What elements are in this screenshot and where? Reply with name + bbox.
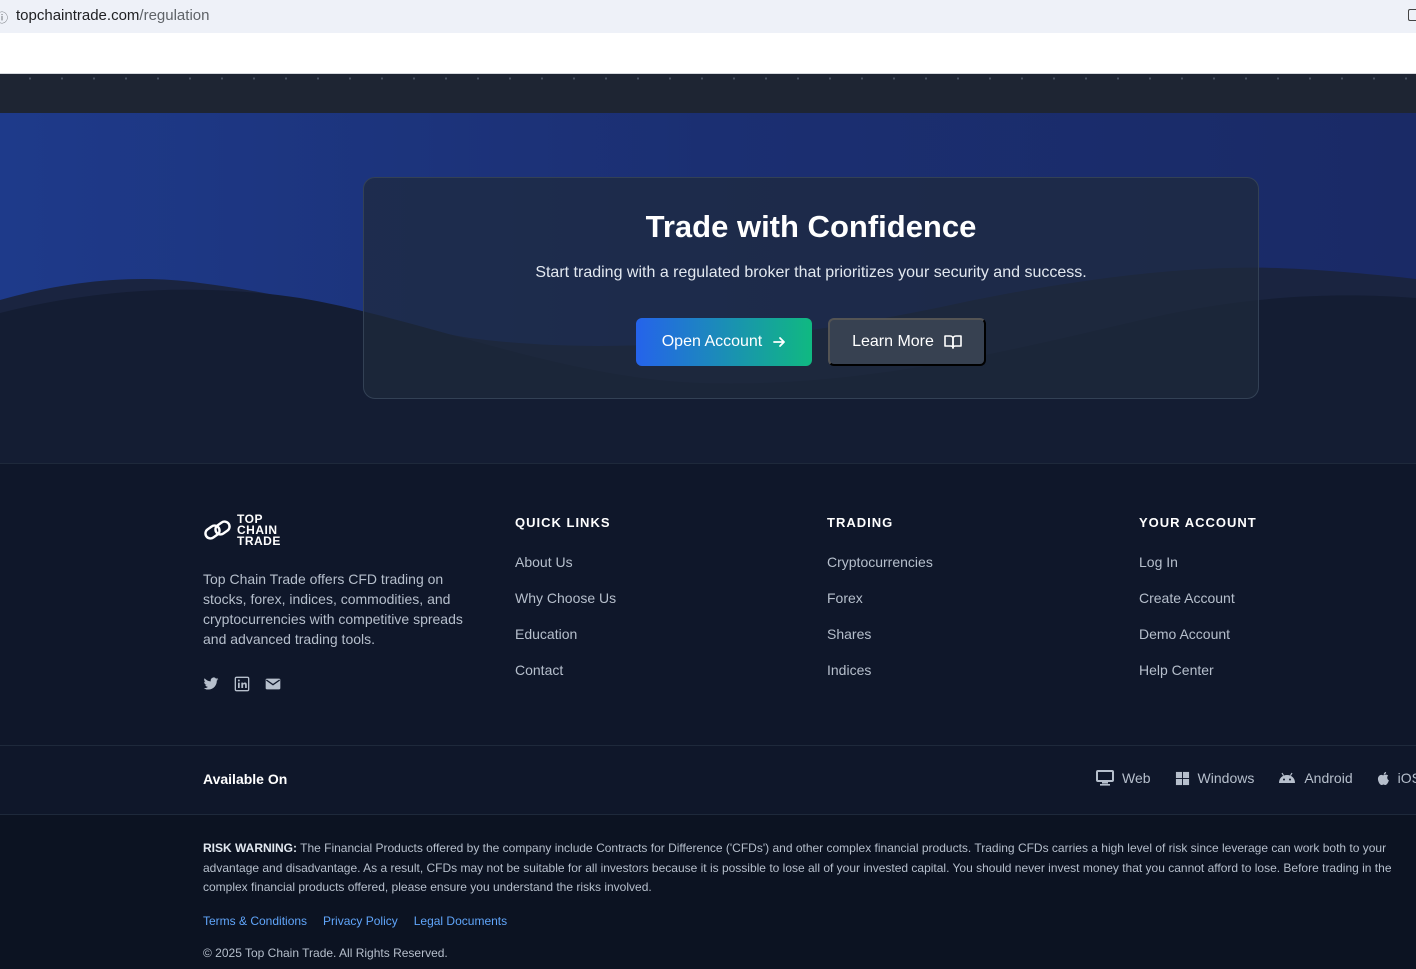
site-footer: TOP CHAIN TRADE Top Chain Trade offers C… [0, 463, 1416, 969]
platform-android-label: Android [1304, 770, 1353, 786]
link-cryptocurrencies[interactable]: Cryptocurrencies [827, 552, 933, 588]
url-path: /regulation [139, 7, 210, 24]
url-text[interactable]: topchaintrade.com/regulation [16, 7, 209, 24]
available-on-label: Available On [203, 771, 288, 787]
book-open-icon [944, 335, 962, 349]
learn-more-label: Learn More [852, 333, 934, 350]
platform-web-label: Web [1122, 770, 1151, 786]
risk-warning-text: The Financial Products offered by the co… [203, 841, 1392, 894]
link-terms-conditions[interactable]: Terms & Conditions [203, 914, 307, 928]
platform-android[interactable]: Android [1278, 770, 1353, 786]
link-about-us[interactable]: About Us [515, 552, 616, 588]
legal-section: RISK WARNING: The Financial Products off… [0, 815, 1416, 969]
footer-brand-logo[interactable]: TOP CHAIN TRADE [203, 513, 281, 548]
platform-windows[interactable]: Windows [1175, 770, 1255, 786]
open-account-label: Open Account [661, 333, 763, 350]
link-shares[interactable]: Shares [827, 624, 933, 660]
arrow-right-icon [773, 337, 786, 347]
link-log-in[interactable]: Log In [1139, 552, 1257, 588]
email-icon[interactable] [265, 676, 281, 692]
browser-address-bar[interactable]: ⓘ topchaintrade.com/regulation [0, 0, 1416, 33]
logo-text: TOP CHAIN TRADE [237, 513, 281, 548]
cta-subtitle: Start trading with a regulated broker th… [535, 264, 1087, 281]
open-account-button[interactable]: Open Account [636, 318, 812, 366]
windows-icon [1175, 771, 1189, 785]
brand-description: Top Chain Trade offers CFD trading on st… [203, 571, 463, 647]
platform-ios[interactable]: iOS [1377, 770, 1416, 786]
footer-trading-links: TRADING Cryptocurrencies Forex Shares In… [827, 515, 933, 696]
social-links [203, 676, 281, 692]
link-contact[interactable]: Contact [515, 660, 616, 696]
linkedin-icon[interactable] [234, 676, 250, 692]
cta-card: Trade with Confidence Start trading with… [363, 177, 1259, 399]
chain-link-icon [204, 519, 231, 540]
platform-ios-label: iOS [1397, 770, 1416, 786]
site-info-icon[interactable]: ⓘ [0, 9, 8, 25]
footer-quick-links: QUICK LINKS About Us Why Choose Us Educa… [515, 515, 616, 696]
footer-account-links: YOUR ACCOUNT Log In Create Account Demo … [1139, 515, 1257, 696]
apple-icon [1377, 771, 1389, 785]
link-why-choose-us[interactable]: Why Choose Us [515, 588, 616, 624]
link-legal-documents[interactable]: Legal Documents [414, 914, 507, 928]
quick-links-heading: QUICK LINKS [515, 515, 611, 530]
twitter-icon[interactable] [203, 676, 219, 692]
footer-divider [0, 745, 1416, 746]
site-header-bar [0, 33, 1416, 74]
platform-list: Web Windows Android iOS [1096, 770, 1416, 786]
link-education[interactable]: Education [515, 624, 616, 660]
dotted-band [0, 74, 1416, 113]
learn-more-button[interactable]: Learn More [828, 318, 986, 366]
risk-warning-label: RISK WARNING: [203, 841, 297, 855]
platform-windows-label: Windows [1197, 770, 1255, 786]
link-forex[interactable]: Forex [827, 588, 933, 624]
logo-line-trade: TRADE [237, 534, 281, 548]
android-icon [1279, 772, 1296, 783]
monitor-icon [1096, 770, 1114, 786]
link-create-account[interactable]: Create Account [1139, 588, 1257, 624]
your-account-heading: YOUR ACCOUNT [1139, 515, 1257, 530]
copyright-text: © 2025 Top Chain Trade. All Rights Reser… [203, 946, 448, 960]
link-help-center[interactable]: Help Center [1139, 660, 1257, 696]
risk-warning: RISK WARNING: The Financial Products off… [203, 839, 1403, 898]
url-domain: topchaintrade.com [16, 7, 140, 24]
link-indices[interactable]: Indices [827, 660, 933, 696]
trading-heading: TRADING [827, 515, 894, 530]
link-demo-account[interactable]: Demo Account [1139, 624, 1257, 660]
platform-web[interactable]: Web [1096, 770, 1151, 786]
cta-title: Trade with Confidence [645, 209, 977, 244]
legal-links: Terms & Conditions Privacy Policy Legal … [203, 914, 507, 928]
extension-icon[interactable] [1408, 9, 1416, 21]
link-privacy-policy[interactable]: Privacy Policy [323, 914, 398, 928]
